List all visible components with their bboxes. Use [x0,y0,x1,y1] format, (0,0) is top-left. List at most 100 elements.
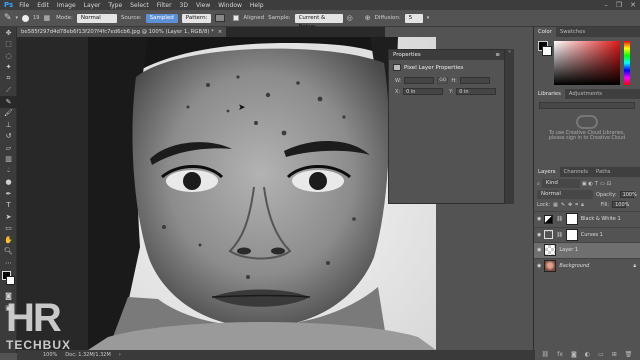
quick-select-tool-icon[interactable]: ✦ [0,62,17,74]
pen-tool-icon[interactable]: ✒ [0,188,17,200]
hue-slider[interactable] [624,41,630,85]
fill-input[interactable]: 100% [612,201,629,208]
x-input[interactable]: 0 in [403,88,444,95]
layer-row[interactable]: ◉ ⌒ ⛓︎ Curves 1 [534,226,640,243]
background-swatch[interactable] [542,46,552,56]
blend-mode-select[interactable]: Normal [537,190,593,199]
filter-shape-icon[interactable]: ▭ [600,181,605,187]
menu-file[interactable]: File [19,2,29,9]
eyedropper-tool-icon[interactable]: ⟋ [0,85,17,97]
menu-filter[interactable]: Filter [157,2,172,9]
history-brush-tool-icon[interactable]: ↺ [0,131,17,143]
panel-menu-icon[interactable]: ≡ [495,52,500,58]
w-input[interactable] [404,77,435,84]
layer-row-selected[interactable]: ◉ Layer 1 [534,242,640,258]
new-group-icon[interactable]: ▭ [598,351,604,358]
layer-mask-thumbnail[interactable] [565,213,578,226]
y-input[interactable]: 0 in [456,88,497,95]
color-swatches[interactable] [0,269,16,291]
hand-tool-icon[interactable]: ✋ [0,234,17,246]
tab-layers[interactable]: Layers [534,167,560,177]
chain-link-icon[interactable]: ⛓︎ [556,232,562,238]
marquee-tool-icon[interactable]: ⬚ [0,39,17,51]
document-canvas[interactable] [88,37,436,350]
dodge-tool-icon[interactable]: ● [0,177,17,189]
close-icon[interactable]: ✕ [630,1,636,9]
delete-layer-icon[interactable]: 🗑︎ [625,351,633,358]
filter-pixel-icon[interactable]: ▣ [582,181,587,187]
new-layer-icon[interactable]: ⊞ [612,351,617,358]
layer-name[interactable]: Curves 1 [581,232,603,238]
lock-move-icon[interactable]: ✥ [568,202,572,208]
blur-tool-icon[interactable]: 💧︎ [0,165,17,177]
layer-name[interactable]: Layer 1 [559,247,578,253]
visibility-eye-icon[interactable]: ◉ [537,216,541,222]
new-adjustment-icon[interactable]: ◐ [585,351,590,358]
pattern-picker-icon[interactable] [215,14,226,22]
add-mask-icon[interactable]: ◙ [571,351,577,358]
tab-channels[interactable]: Channels [560,167,593,177]
menu-image[interactable]: Image [57,2,76,9]
gradient-tool-icon[interactable]: ▥ [0,154,17,166]
layer-thumbnail[interactable] [544,244,557,257]
menu-type[interactable]: Type [108,2,122,9]
menu-edit[interactable]: Edit [37,2,49,9]
menu-layer[interactable]: Layer [84,2,101,9]
document-tab[interactable]: be585f297d4d78eb6f13f207f4fc7ed6cb6.jpg … [17,27,227,37]
diffusion-input[interactable]: 5 [404,13,423,23]
properties-header[interactable]: Properties ≡ [389,50,504,60]
maximize-icon[interactable]: ❐ [616,1,622,9]
link-layers-icon[interactable]: ⛓︎ [542,351,550,358]
menu-view[interactable]: View [196,2,210,9]
lock-artboard-icon[interactable]: ⌗ [575,202,578,208]
shape-tool-icon[interactable]: ▭ [0,223,17,235]
lock-paint-icon[interactable]: ✎ [561,202,565,208]
menu-window[interactable]: Window [218,2,242,9]
menu-3d[interactable]: 3D [180,2,188,9]
collapse-panels-icon[interactable]: « [505,49,514,55]
filter-type-icon[interactable]: T [595,181,598,187]
background-thumbnail[interactable] [544,259,557,272]
tab-paths[interactable]: Paths [592,167,614,177]
minimize-icon[interactable]: – [604,1,608,9]
visibility-eye-icon[interactable]: ◉ [537,232,541,238]
layer-row[interactable]: ◉ Background 🔒︎ [534,257,640,274]
brush-tool-icon[interactable]: 🖌︎ [0,108,17,120]
opacity-input[interactable]: 100% [619,191,637,198]
library-dropdown[interactable] [539,102,635,109]
diffusion-dropdown-icon[interactable]: ▾ [427,15,430,21]
menu-select[interactable]: Select [130,2,149,9]
filter-adjust-icon[interactable]: ◐ [589,181,593,187]
aligned-checkbox[interactable] [233,15,240,21]
layer-name[interactable]: Background [559,263,589,269]
lock-pixels-icon[interactable]: ▦ [553,202,558,208]
tab-libraries[interactable]: Libraries [534,89,565,99]
brush-settings-icon[interactable]: ▦ [43,14,50,22]
tool-preset-dropdown-icon[interactable]: ▾ [16,15,19,21]
type-tool-icon[interactable]: T [0,200,17,212]
source-sampled-button[interactable]: Sampled [145,13,178,23]
background-color[interactable] [6,275,15,285]
status-arrow-icon[interactable]: › [119,352,121,358]
edit-toolbar-icon[interactable]: ⋯ [0,257,17,269]
source-pattern-button[interactable]: Pattern: [181,13,212,23]
lock-all-icon[interactable]: 🔒︎ [581,202,584,208]
healing-brush-tool-icon[interactable]: ✎ [0,96,17,108]
clone-stamp-tool-icon[interactable]: ⊥ [0,119,17,131]
kind-filter-select[interactable]: Kind [541,179,580,188]
layer-row[interactable]: ◉ ⛓︎ Black & White 1 [534,211,640,227]
tab-adjustments[interactable]: Adjustments [565,89,606,99]
close-tab-icon[interactable]: × [218,27,222,37]
tab-swatches[interactable]: Swatches [556,27,589,37]
tab-color[interactable]: Color [534,27,556,37]
h-input[interactable] [459,77,490,84]
visibility-eye-icon[interactable]: ◉ [537,247,541,253]
color-picker-field[interactable] [554,41,620,85]
sample-select[interactable]: Current & Below [294,13,343,30]
eraser-tool-icon[interactable]: ▱ [0,142,17,154]
mode-select[interactable]: Normal [76,13,117,23]
lasso-tool-icon[interactable]: ◌ [0,50,17,62]
filter-smart-icon[interactable]: ⊡ [607,181,611,187]
link-dimensions-icon[interactable]: GO [437,77,449,84]
brush-size[interactable]: 19 [33,15,39,21]
